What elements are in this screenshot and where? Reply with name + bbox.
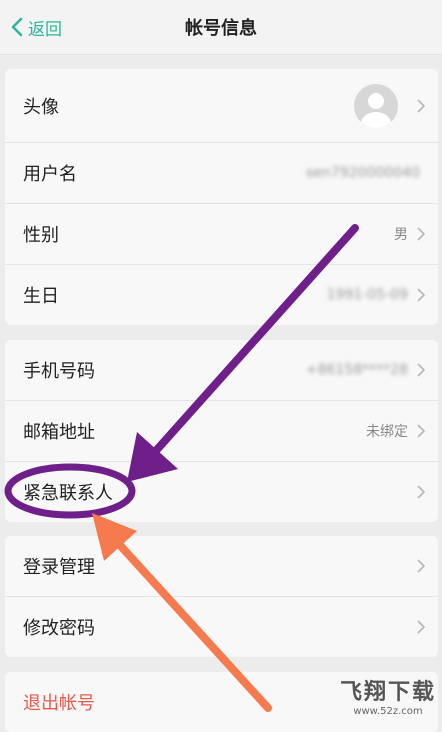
phone-value: +86158****28 <box>305 362 408 378</box>
chevron-right-icon <box>417 227 426 241</box>
birthday-row[interactable]: 生日 1991-05-09 <box>5 265 438 325</box>
profile-group: 头像 用户名 sen7920000040 性别 男 生日 1991-05-09 <box>5 69 438 325</box>
email-label: 邮箱地址 <box>23 422 95 443</box>
avatar[interactable] <box>354 83 398 128</box>
gender-label: 性别 <box>23 225 59 246</box>
watermark-logo-text: 飞翔下载 <box>339 680 436 705</box>
change-password-row[interactable]: 修改密码 <box>5 597 438 657</box>
change-password-label: 修改密码 <box>23 618 95 639</box>
gender-row[interactable]: 性别 男 <box>5 204 438 265</box>
emergency-contact-label: 紧急联系人 <box>23 483 113 504</box>
chevron-right-icon <box>417 363 426 377</box>
emergency-contact-row[interactable]: 紧急联系人 <box>5 462 438 522</box>
email-value: 未绑定 <box>366 424 408 440</box>
username-row[interactable]: 用户名 sen7920000040 <box>5 143 438 204</box>
chevron-right-icon <box>417 620 426 634</box>
birthday-value: 1991-05-09 <box>326 287 408 303</box>
login-management-label: 登录管理 <box>23 557 95 578</box>
chevron-right-icon <box>417 98 426 113</box>
avatar-label: 头像 <box>23 96 59 118</box>
user-silhouette-icon <box>361 92 391 128</box>
chevron-right-icon <box>417 424 426 438</box>
username-label: 用户名 <box>23 164 77 185</box>
watermark-url: www.52z.com <box>353 706 423 717</box>
watermark: 飞翔下载 www.52z.com <box>340 674 436 717</box>
chevron-right-icon <box>417 485 426 499</box>
username-value: sen7920000040 <box>306 165 420 181</box>
chevron-right-icon <box>417 288 426 302</box>
email-row[interactable]: 邮箱地址 未绑定 <box>5 401 438 462</box>
phone-label: 手机号码 <box>23 361 95 382</box>
avatar-row[interactable]: 头像 <box>5 69 438 143</box>
logout-button[interactable]: 退出帐号 <box>23 689 95 715</box>
security-group: 登录管理 修改密码 <box>5 536 438 657</box>
login-management-row[interactable]: 登录管理 <box>5 536 438 597</box>
phone-row[interactable]: 手机号码 +86158****28 <box>5 340 438 401</box>
page-title: 帐号信息 <box>185 18 257 39</box>
nav-bar: 返回 帐号信息 <box>0 0 442 55</box>
chevron-right-icon <box>417 559 426 573</box>
contact-group: 手机号码 +86158****28 邮箱地址 未绑定 紧急联系人 <box>5 340 438 522</box>
gender-value: 男 <box>394 227 408 243</box>
birthday-label: 生日 <box>23 286 59 307</box>
